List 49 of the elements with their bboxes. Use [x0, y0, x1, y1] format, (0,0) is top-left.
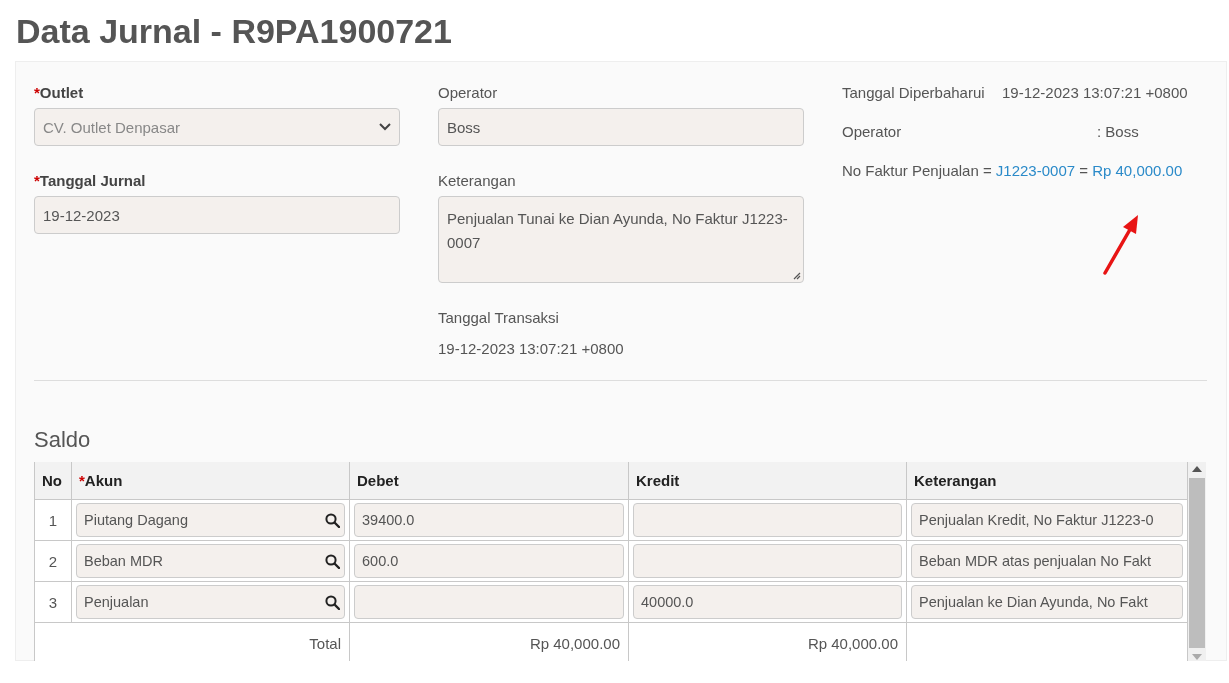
chevron-down-icon [379, 123, 391, 131]
scroll-down-icon[interactable] [1192, 654, 1202, 660]
invoice-link[interactable]: J1223-0007 [995, 162, 1076, 179]
debit-field[interactable] [354, 585, 624, 619]
resize-grip-icon [792, 271, 801, 280]
debit-field[interactable]: 39400.0 [354, 503, 624, 537]
row-number: 2 [48, 552, 58, 570]
search-icon [325, 512, 340, 528]
info-label: Tanggal Diperbaharui [842, 84, 986, 101]
field-label: Tanggal Transaksi [438, 309, 559, 326]
credit-field[interactable] [633, 503, 902, 537]
account-field[interactable]: Penjualan [76, 585, 345, 619]
page-title: Data Jurnal - R9PA1900721 [16, 12, 453, 51]
account-field[interactable]: Beban MDR [76, 544, 345, 578]
total-label: Total [309, 634, 341, 652]
credit-field[interactable] [633, 544, 902, 578]
search-icon [325, 594, 340, 610]
input-field[interactable]: 19-12-2023 [34, 196, 400, 234]
total-value: Rp 40,000.00 [807, 634, 898, 652]
field-label: *Outlet [34, 84, 84, 101]
info-value: : Boss [1097, 123, 1139, 140]
scrollbar[interactable] [1188, 462, 1206, 661]
description-field[interactable]: Penjualan ke Dian Ayunda, No Fakt [911, 585, 1183, 619]
search-icon [325, 553, 340, 569]
invoice-line: No Faktur Penjualan = J1223-0007 = Rp 40,000.00 [842, 162, 1183, 179]
row-number: 1 [48, 511, 58, 529]
field-label: Keterangan [438, 172, 516, 189]
amount-link[interactable]: Rp 40,000.00 [1092, 162, 1183, 179]
credit-field[interactable]: 40000.0 [633, 585, 902, 619]
description-field[interactable]: Beban MDR atas penjualan No Fakt [911, 544, 1183, 578]
column-header: *Akun [79, 472, 123, 489]
info-label: Operator [842, 123, 903, 140]
scroll-up-icon[interactable] [1192, 466, 1202, 472]
info-value: 19-12-2023 13:07:21 +0800 [1002, 84, 1188, 101]
field-label: Operator [438, 84, 498, 101]
debit-field[interactable]: 600.0 [354, 544, 624, 578]
field-value: 19-12-2023 13:07:21 +0800 [438, 340, 624, 357]
textarea-field[interactable]: Penjualan Tunai ke Dian Ayunda, No Faktur J1223-0007 [438, 196, 804, 283]
description-field[interactable]: Penjualan Kredit, No Faktur J1223-0 [911, 503, 1183, 537]
account-field[interactable]: Piutang Dagang [76, 503, 345, 537]
input-field[interactable]: Boss [438, 108, 804, 146]
field-label: *Tanggal Jurnal [34, 172, 146, 189]
total-value: Rp 40,000.00 [529, 634, 620, 652]
column-header: Keterangan [914, 472, 997, 489]
section-title: Saldo [34, 427, 92, 453]
column-header: No [42, 472, 62, 489]
column-header: Debet [357, 472, 399, 489]
row-number: 3 [48, 593, 58, 611]
column-header: Kredit [636, 472, 680, 489]
